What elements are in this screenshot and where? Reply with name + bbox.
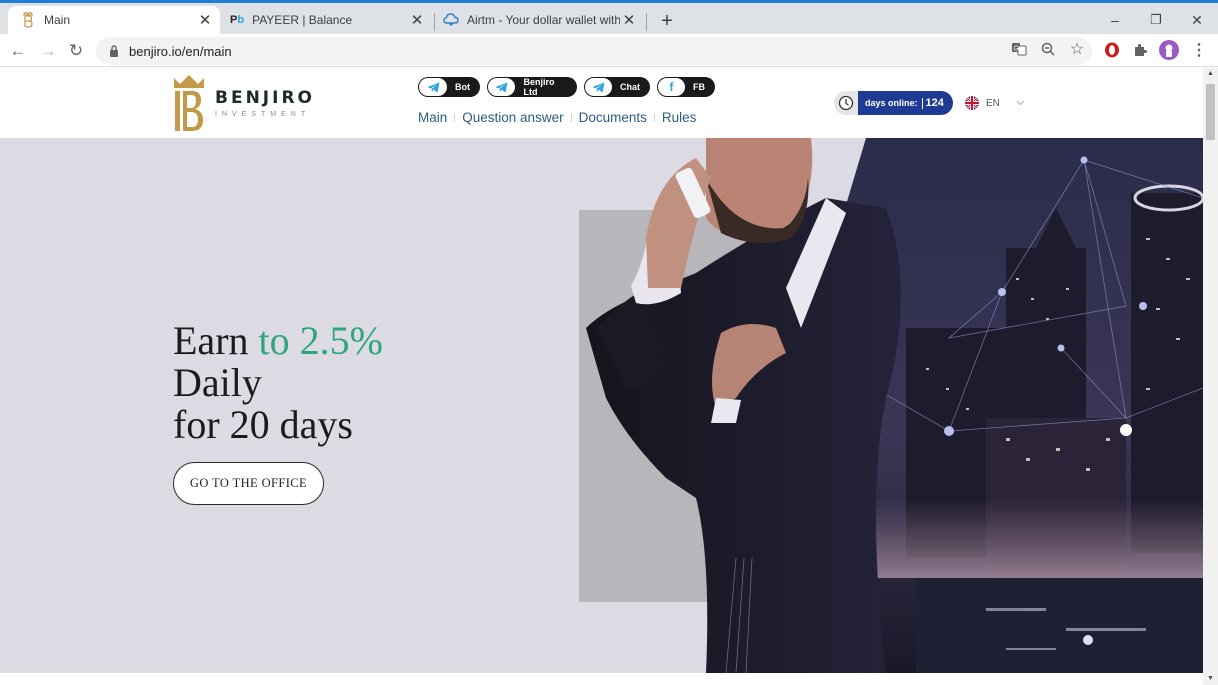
- close-tab-icon[interactable]: ✕: [196, 11, 214, 29]
- days-online-label: days online:: [865, 98, 918, 108]
- tab-title: Airtm - Your dollar wallet without: [467, 13, 620, 27]
- social-label: Chat: [620, 82, 640, 92]
- hero-headline: Earn to 2.5% Daily for 20 days: [173, 320, 383, 446]
- web-page: BENJIRO INVESTMENT Bot Benjiro Ltd Chat …: [0, 68, 1203, 685]
- close-tab-icon[interactable]: ✕: [620, 11, 638, 29]
- logo-brand-text: BENJIRO: [215, 88, 315, 108]
- nav-rules[interactable]: Rules: [662, 110, 697, 125]
- benjiro-logo-icon: [174, 75, 204, 131]
- tab-airtm[interactable]: Airtm - Your dollar wallet without ✕: [436, 6, 644, 34]
- nav-separator: [653, 113, 655, 122]
- profile-avatar[interactable]: [1158, 39, 1180, 61]
- social-label: Benjiro Ltd: [523, 77, 555, 97]
- new-tab-button[interactable]: +: [656, 10, 678, 32]
- scrollbar-thumb[interactable]: [1206, 84, 1215, 140]
- tab-separator: [646, 13, 647, 31]
- close-tab-icon[interactable]: ✕: [408, 11, 426, 29]
- restore-button[interactable]: ❐: [1141, 9, 1171, 31]
- lock-icon: [108, 45, 120, 57]
- translate-icon[interactable]: G: [1010, 40, 1028, 58]
- benjiro-favicon-icon: [20, 12, 36, 28]
- opera-extension-icon[interactable]: [1101, 39, 1123, 61]
- social-fb-button[interactable]: f FB: [657, 77, 715, 97]
- headline-daily: Daily: [173, 360, 262, 405]
- bookmark-star-icon[interactable]: ☆: [1068, 40, 1086, 58]
- minimize-button[interactable]: –: [1100, 9, 1130, 31]
- days-online-value: 124: [921, 97, 944, 109]
- tab-title: PAYEER | Balance: [252, 13, 353, 27]
- scroll-up-arrow-icon[interactable]: ▲: [1206, 70, 1215, 78]
- scroll-down-arrow-icon[interactable]: ▼: [1206, 675, 1215, 683]
- hero-section: Earn to 2.5% Daily for 20 days GO TO THE…: [0, 138, 1203, 673]
- svg-text:G: G: [1014, 46, 1019, 53]
- nav-separator: [454, 113, 456, 122]
- page-scrollbar[interactable]: ▲ ▼: [1203, 68, 1218, 685]
- chevron-down-icon: [1016, 98, 1025, 108]
- address-bar[interactable]: benjiro.io/en/main: [96, 37, 1092, 65]
- headline-earn: Earn: [173, 318, 249, 363]
- tab-separator: [434, 13, 435, 31]
- telegram-icon: [488, 78, 516, 96]
- payeer-favicon-icon: Pb: [230, 14, 245, 26]
- cloud-icon: [443, 12, 459, 28]
- site-logo[interactable]: BENJIRO INVESTMENT: [172, 74, 315, 132]
- hero-businessman-city-image: [586, 138, 1203, 673]
- tab-payeer[interactable]: Pb PAYEER | Balance ✕: [222, 6, 432, 34]
- close-window-button[interactable]: ✕: [1182, 9, 1212, 31]
- uk-flag-icon: [965, 96, 979, 110]
- browser-menu-icon[interactable]: ⋮: [1188, 39, 1210, 61]
- url-text: benjiro.io/en/main: [129, 43, 232, 59]
- browser-toolbar: ← → ↻ benjiro.io/en/main G ☆ ⋮: [0, 34, 1218, 67]
- zoom-icon[interactable]: [1039, 40, 1057, 58]
- clock-icon: [834, 91, 858, 115]
- tab-main[interactable]: Main ✕: [8, 6, 220, 34]
- telegram-icon: [585, 78, 612, 96]
- reload-button[interactable]: ↻: [64, 39, 88, 63]
- days-online-badge: days online: 124: [834, 91, 953, 115]
- social-chat-button[interactable]: Chat: [584, 77, 650, 97]
- nav-main[interactable]: Main: [418, 110, 447, 125]
- social-label: FB: [693, 82, 705, 92]
- social-bot-button[interactable]: Bot: [418, 77, 480, 97]
- headline-duration: for 20 days: [173, 402, 353, 447]
- language-code: EN: [986, 97, 1000, 109]
- forward-button[interactable]: →: [36, 39, 60, 63]
- nav-separator: [570, 113, 572, 122]
- main-nav: Main Question answer Documents Rules: [418, 110, 696, 125]
- social-label: Bot: [455, 82, 470, 92]
- headline-rate: to 2.5%: [258, 318, 383, 363]
- extensions-puzzle-icon[interactable]: [1129, 39, 1151, 61]
- facebook-icon: f: [658, 78, 685, 96]
- social-benjiro-ltd-button[interactable]: Benjiro Ltd: [487, 77, 577, 97]
- nav-question-answer[interactable]: Question answer: [462, 110, 563, 125]
- site-header: BENJIRO INVESTMENT Bot Benjiro Ltd Chat …: [0, 68, 1203, 138]
- back-button[interactable]: ←: [6, 39, 30, 63]
- tab-strip: Main ✕ Pb PAYEER | Balance ✕ Airtm - You…: [0, 3, 1218, 34]
- go-to-office-button[interactable]: GO TO THE OFFICE: [173, 462, 324, 505]
- telegram-icon: [419, 78, 447, 96]
- language-selector[interactable]: EN: [965, 96, 1025, 110]
- tab-title: Main: [44, 13, 71, 27]
- logo-sub-text: INVESTMENT: [215, 111, 311, 118]
- nav-documents[interactable]: Documents: [579, 110, 647, 125]
- social-links: Bot Benjiro Ltd Chat f FB: [418, 77, 715, 97]
